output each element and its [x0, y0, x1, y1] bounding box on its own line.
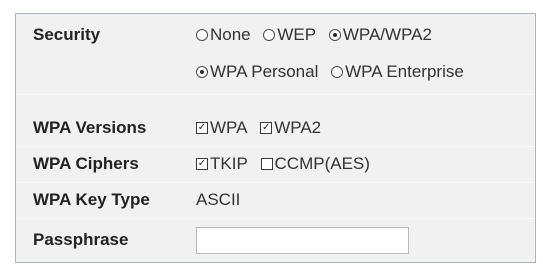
passphrase-label: Passphrase — [33, 230, 129, 249]
security-option-none-label: None — [210, 25, 251, 44]
wpa-ciphers-label: WPA Ciphers — [33, 154, 139, 173]
wpa-version-wpa-label: WPA — [210, 118, 248, 137]
checkbox-wpa-icon[interactable] — [196, 122, 208, 134]
wpa-cipher-tkip-label: TKIP — [210, 154, 248, 173]
security-mode-wpa-personal-label: WPA Personal — [210, 62, 319, 81]
wpa-version-wpa2-label: WPA2 — [274, 118, 322, 137]
wpa-version-wpa2[interactable]: WPA2 — [260, 118, 321, 138]
wpa-versions-options: WPA WPA2 — [196, 118, 329, 139]
radio-wep-icon[interactable] — [263, 29, 276, 41]
wpa-versions-row: WPA Versions WPA WPA2 — [16, 112, 535, 147]
radio-wpa-wpa2-icon[interactable] — [328, 29, 341, 41]
wpa-key-type-row: WPA Key Type ASCII — [16, 184, 535, 219]
security-option-wpa-wpa2[interactable]: WPA/WPA2 — [328, 25, 432, 45]
security-row: Security None WEP WPA/WPA2 WPA Personal … — [16, 14, 535, 95]
wpa-version-wpa[interactable]: WPA — [196, 118, 247, 138]
wpa-key-type-label: WPA Key Type — [33, 190, 150, 209]
radio-wpa-enterprise-icon[interactable] — [331, 66, 344, 78]
wireless-security-panel: Security None WEP WPA/WPA2 WPA Personal … — [15, 13, 536, 263]
security-option-wep[interactable]: WEP — [263, 25, 316, 45]
wpa-cipher-ccmp-label: CCMP(AES) — [274, 154, 370, 173]
radio-none-icon[interactable] — [196, 29, 208, 41]
security-option-wpa-wpa2-label: WPA/WPA2 — [342, 25, 432, 44]
security-mode-options: WPA Personal WPA Enterprise — [196, 62, 472, 83]
wpa-ciphers-options: TKIP CCMP(AES) — [196, 154, 378, 175]
security-option-none[interactable]: None — [196, 25, 251, 45]
security-mode-wpa-personal[interactable]: WPA Personal — [196, 62, 318, 82]
wpa-versions-label: WPA Versions — [33, 118, 147, 137]
wpa-cipher-ccmp[interactable]: CCMP(AES) — [260, 154, 370, 174]
wpa-key-type-value: ASCII — [196, 190, 241, 209]
passphrase-row: Passphrase — [16, 220, 535, 262]
wpa-cipher-tkip[interactable]: TKIP — [196, 154, 248, 174]
security-label: Security — [33, 25, 101, 44]
security-mode-wpa-enterprise[interactable]: WPA Enterprise — [331, 62, 464, 82]
security-option-wep-label: WEP — [277, 25, 317, 44]
security-mode-wpa-enterprise-label: WPA Enterprise — [345, 62, 464, 81]
wpa-ciphers-row: WPA Ciphers TKIP CCMP(AES) — [16, 148, 535, 183]
checkbox-ccmp-icon[interactable] — [260, 158, 273, 170]
passphrase-input[interactable] — [196, 227, 409, 254]
radio-wpa-personal-icon[interactable] — [196, 66, 208, 78]
checkbox-tkip-icon[interactable] — [196, 158, 208, 170]
security-options: None WEP WPA/WPA2 — [196, 25, 440, 46]
checkbox-wpa2-icon[interactable] — [260, 122, 273, 134]
